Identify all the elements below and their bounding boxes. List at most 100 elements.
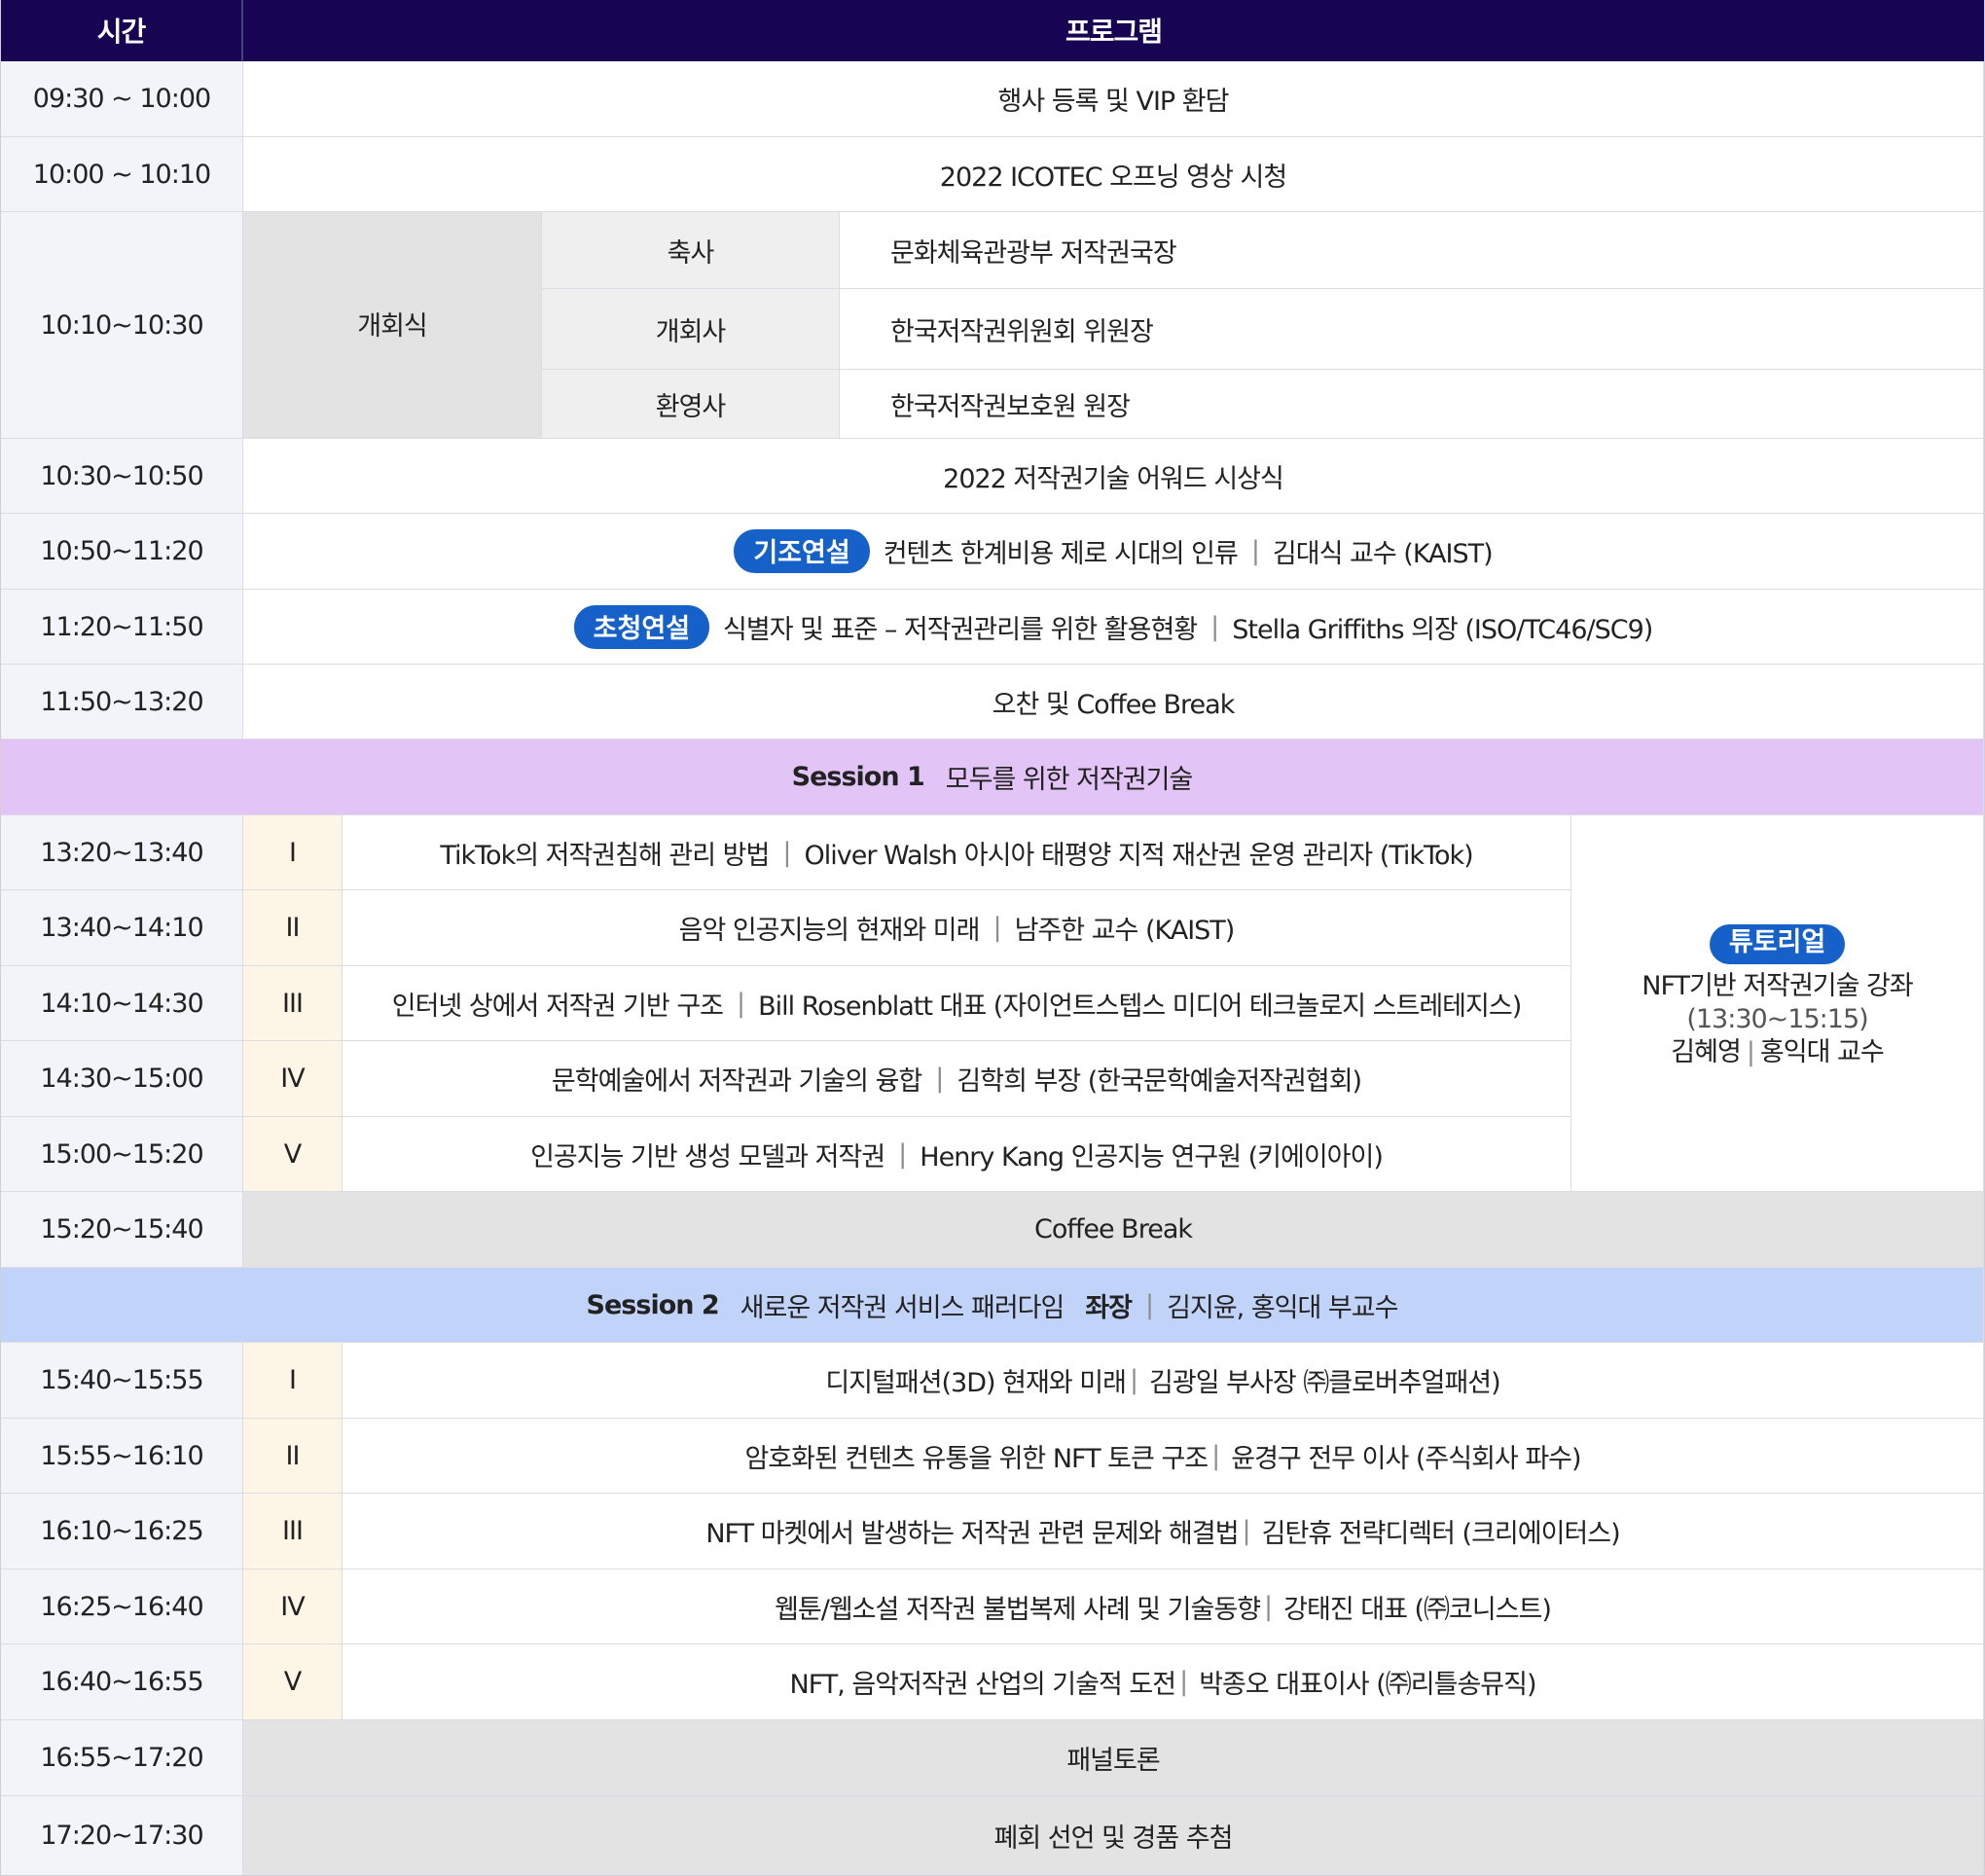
talk-time: 14:30~15:00 [1,1041,243,1117]
talk-time: 14:10~14:30 [1,966,243,1041]
program-lunch: 오찬 및 Coffee Break [243,665,1984,740]
talk-time: 16:10~16:25 [1,1494,243,1569]
talk-program: NFT 마켓에서 발생하는 저작권 관련 문제와 해결법 | 김탄휴 전략디렉터 (… [343,1494,1984,1569]
separator: | [737,988,745,1019]
keynote-title: 컨텐츠 한계비용 제로 시대의 인류 [883,539,1239,569]
separator: | [898,1138,907,1170]
program-opening-video: 2022 ICOTEC 오프닝 영상 시청 [243,137,1984,212]
tutorial-time: (13:30~15:15) [1686,1004,1868,1034]
talk-program: 암호화된 컨텐츠 유통을 위한 NFT 토큰 구조 | 윤경구 전무 이사 (주식회… [343,1419,1984,1494]
talk-speaker: Oliver Walsh 아시아 태평양 지적 재산권 운영 관리자 (TikT… [804,840,1473,871]
program-schedule-table: 시간 프로그램 09:30 ~ 10:00 행사 등록 및 VIP 환담 10:… [0,0,1985,1876]
tutorial-presenter: 김혜영 [1671,1037,1742,1068]
talk-speaker: 김광일 부사장 ㈜클로버추얼패션) [1149,1368,1501,1398]
talk-program: 음악 인공지능의 현재와 미래 | 남주한 교수 (KAIST) [343,890,1571,966]
separator: | [1145,1289,1154,1320]
talk-program: TikTok의 저작권침해 관리 방법 | Oliver Walsh 아시아 태평양… [343,815,1571,890]
talk-speaker: Bill Rosenblatt 대표 (자이언트스텝스 미디어 테크놀로지 스트… [758,991,1522,1022]
separator: | [1264,1591,1273,1622]
ceremony-speaker: 한국저작권보호원 원장 [840,370,1984,439]
session2-header: Session 2 새로운 저작권 서비스 패러다임 좌장 | 김지윤, 홍익대… [1,1268,1984,1343]
talk-number: II [243,1419,343,1494]
talk-title: 웹툰/웹소설 저작권 불법복제 사례 및 기술동향 [775,1594,1261,1625]
session2-label: Session 2 [586,1289,720,1320]
ceremony-role: 개회사 [542,289,840,370]
talk-title: 디지털패션(3D) 현재와 미래 [825,1368,1127,1398]
time-closing: 17:20~17:30 [1,1796,243,1875]
time-panel: 16:55~17:20 [1,1720,243,1796]
separator: | [1242,1516,1251,1546]
tutorial-presenter-line: 김혜영 | 홍익대 교수 [1671,1036,1885,1069]
separator: | [1746,1037,1755,1068]
program-panel: 패널토론 [243,1720,1984,1796]
talk-title: NFT 마켓에서 발생하는 저작권 관련 문제와 해결법 [705,1519,1239,1549]
talk-program: NFT, 음악저작권 산업의 기술적 도전 | 박종오 대표이사 (㈜리틀송뮤직) [343,1644,1984,1720]
talk-speaker: 김학희 부장 (한국문학예술저작권협회) [956,1066,1362,1097]
talk-number: I [243,1343,343,1419]
talk-speaker: 강태진 대표 (㈜코니스트) [1283,1594,1552,1625]
talk-speaker: 박종오 대표이사 (㈜리틀송뮤직) [1199,1670,1536,1700]
time-opening-video: 10:00 ~ 10:10 [1,137,243,212]
time-lunch: 11:50~13:20 [1,665,243,740]
time-keynote: 10:50~11:20 [1,514,243,590]
talk-time: 15:00~15:20 [1,1117,243,1192]
session1-title: 모두를 위한 저작권기술 [945,765,1194,795]
time-award: 10:30~10:50 [1,439,243,514]
separator: | [935,1064,944,1094]
talk-speaker: 윤경구 전무 이사 (주식회사 파수) [1231,1443,1581,1474]
talk-time: 13:40~14:10 [1,890,243,966]
talk-time: 15:40~15:55 [1,1343,243,1419]
talk-number: IV [243,1041,343,1117]
talk-time: 16:40~16:55 [1,1644,243,1720]
talk-program: 인터넷 상에서 저작권 기반 구조 | Bill Rosenblatt 대표 (자이… [343,966,1571,1041]
separator: | [1129,1365,1138,1395]
ceremony-role: 축사 [542,212,840,289]
time-opening-ceremony: 10:10~10:30 [1,212,243,439]
program-registration: 행사 등록 및 VIP 환담 [243,61,1984,137]
separator: | [992,913,1001,943]
tutorial-affiliation: 홍익대 교수 [1759,1037,1885,1068]
talk-number: I [243,815,343,890]
ceremony-speaker: 한국저작권위원회 위원장 [840,289,1984,370]
talk-time: 16:25~16:40 [1,1569,243,1644]
talk-title: TikTok의 저작권침해 관리 방법 [440,840,770,871]
talk-title: 음악 인공지능의 현재와 미래 [678,916,981,946]
invited-title: 식별자 및 표준 – 저작권관리를 위한 활용현황 [723,614,1198,645]
session2-chair: 김지윤, 홍익대 부교수 [1167,1292,1398,1323]
talk-number: V [243,1644,343,1720]
ceremony-role: 환영사 [542,370,840,439]
talk-number: III [243,966,343,1041]
talk-number: IV [243,1569,343,1644]
tutorial-title: NFT기반 저작권기술 강좌 [1642,970,1913,1001]
header-time: 시간 [1,0,243,61]
separator: | [1210,611,1219,642]
talk-title: 인공지능 기반 생성 모델과 저작권 [530,1141,885,1172]
session1-header: Session 1 모두를 위한 저작권기술 [1,740,1984,815]
talk-time: 13:20~13:40 [1,815,243,890]
talk-number: III [243,1494,343,1569]
program-coffee-break: Coffee Break [243,1192,1984,1268]
session2-title: 새로운 저작권 서비스 패러다임 [740,1292,1065,1323]
keynote-speaker: 김대식 교수 (KAIST) [1272,539,1494,569]
talk-program: 웹툰/웹소설 저작권 불법복제 사례 및 기술동향 | 강태진 대표 (㈜코니스트) [343,1569,1984,1644]
program-keynote: 기조연설 컨텐츠 한계비용 제로 시대의 인류 | 김대식 교수 (KAIST) [243,514,1984,590]
talk-program: 디지털패션(3D) 현재와 미래 | 김광일 부사장 ㈜클로버추얼패션) [343,1343,1984,1419]
invited-badge: 초청연설 [573,604,710,649]
program-award: 2022 저작권기술 어워드 시상식 [243,439,1984,514]
talk-program: 문학예술에서 저작권과 기술의 융합 | 김학희 부장 (한국문학예술저작권협회) [343,1041,1571,1117]
tutorial-badge: 튜토리얼 [1709,924,1846,964]
talk-speaker: Henry Kang 인공지능 연구원 (키에이아이) [920,1141,1384,1172]
talk-speaker: 남주한 교수 (KAIST) [1014,916,1236,946]
talk-time: 15:55~16:10 [1,1419,243,1494]
talk-number: V [243,1117,343,1192]
program-invited-talk: 초청연설 식별자 및 표준 – 저작권관리를 위한 활용현황 | Stella … [243,590,1984,665]
tutorial-block: 튜토리얼 NFT기반 저작권기술 강좌 (13:30~15:15) 김혜영 | 홍익… [1571,815,1984,1192]
keynote-badge: 기조연설 [734,529,870,573]
talk-title: 문학예술에서 저작권과 기술의 융합 [551,1066,922,1097]
program-closing: 폐회 선언 및 경품 추첨 [243,1796,1984,1875]
talk-title: 암호화된 컨텐츠 유통을 위한 NFT 토큰 구조 [744,1443,1209,1474]
time-invited-talk: 11:20~11:50 [1,590,243,665]
ceremony-speaker: 문화체육관광부 저작권국장 [840,212,1984,289]
session1-label: Session 1 [791,762,925,792]
talk-title: NFT, 음악저작권 산업의 기술적 도전 [789,1670,1177,1700]
